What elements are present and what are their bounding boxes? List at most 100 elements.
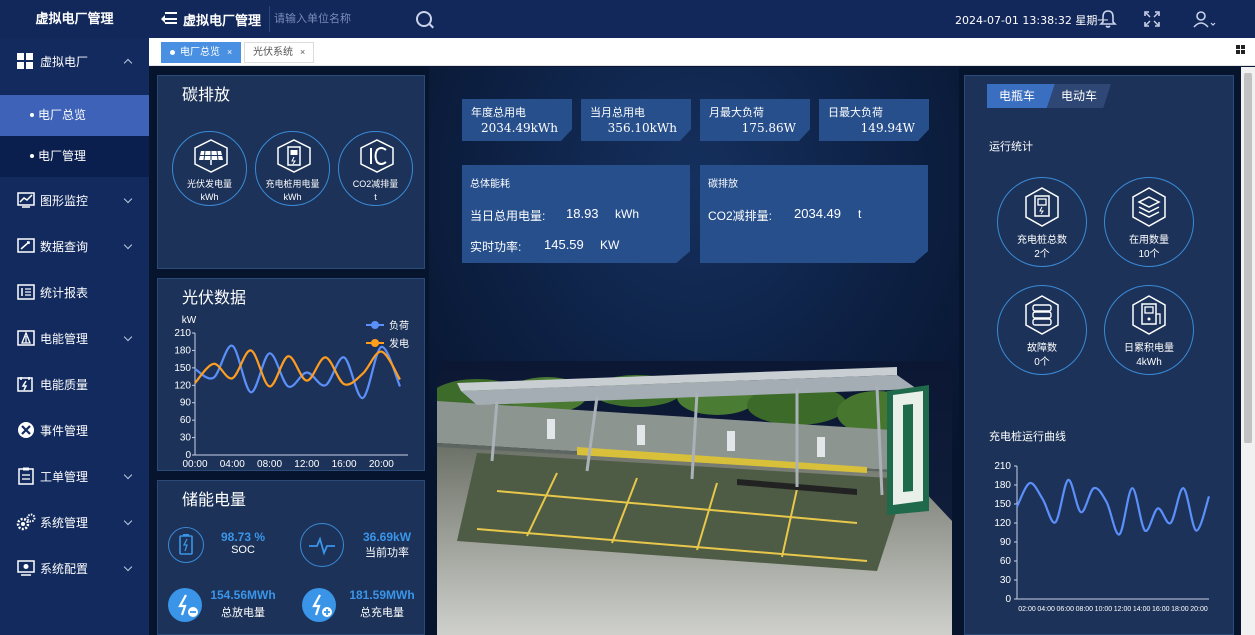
tab-label: 电厂总览 bbox=[180, 47, 220, 58]
x-tick-label: 20:00 bbox=[1190, 606, 1208, 613]
close-icon[interactable]: × bbox=[300, 42, 305, 63]
sidebar-item-system-config[interactable]: 系统配置 bbox=[0, 545, 149, 591]
layers-icon bbox=[1132, 187, 1166, 227]
y-tick-label: 150 bbox=[994, 499, 1011, 510]
x-tick-label: 16:00 bbox=[1152, 606, 1170, 613]
daily-usage-value: 18.93 bbox=[566, 206, 599, 221]
y-tick-label: 30 bbox=[1000, 575, 1012, 586]
search-icon[interactable] bbox=[416, 11, 433, 27]
close-icon[interactable]: × bbox=[227, 42, 232, 63]
x-tick-label: 08:00 bbox=[257, 459, 282, 470]
y-tick-label: 120 bbox=[994, 518, 1011, 529]
panel-title: 碳排放 bbox=[182, 87, 231, 104]
charger-total-badge: 充电桩总数 2个 bbox=[997, 177, 1087, 267]
sidebar-item-stat-report[interactable]: 统计报表 bbox=[0, 269, 149, 315]
charger-line-chart: 030609012015018021002:00 04:00 06:00 08:00 1… bbox=[994, 461, 1211, 613]
sidebar-subitem-plant-manage[interactable]: 电厂管理 bbox=[0, 136, 149, 177]
tab-menu-icon[interactable] bbox=[1236, 45, 1245, 54]
gears-icon bbox=[16, 513, 36, 531]
stat-value: 175.86W bbox=[741, 121, 796, 135]
chevron-down-icon bbox=[123, 332, 133, 342]
badge-label: 充电桩总数 2个 bbox=[1017, 235, 1067, 260]
scrollbar-thumb[interactable] bbox=[1244, 73, 1252, 443]
bell-icon[interactable] bbox=[1099, 9, 1117, 29]
page-title: 虚拟电厂管理 bbox=[183, 12, 262, 28]
datetime-display: 2024-07-01 13:38:32 星期一 bbox=[955, 14, 1109, 27]
sidebar-item-graphic-monitor[interactable]: 图形监控 bbox=[0, 177, 149, 223]
fullscreen-icon[interactable] bbox=[1143, 10, 1161, 28]
y-tick-label: 90 bbox=[1000, 537, 1012, 548]
energy-manage-icon bbox=[16, 329, 36, 347]
charger-consumption-badge: 充电桩用电量 kWh bbox=[255, 131, 330, 206]
x-tick-label: 16:00 bbox=[332, 459, 357, 470]
sidebar-item-label: 图形监控 bbox=[40, 193, 89, 208]
tab-bar: 电厂总览 × 光伏系统 × bbox=[149, 38, 1255, 66]
x-tick-label: 12:00 bbox=[1114, 606, 1132, 613]
realtime-power-unit: KW bbox=[600, 238, 620, 252]
stat-value: 149.94W bbox=[860, 121, 915, 135]
sidebar-item-label: 电能质量 bbox=[40, 377, 89, 392]
co2-icon bbox=[360, 139, 394, 173]
sidebar-item-energy-manage[interactable]: 电能管理 bbox=[0, 315, 149, 361]
total-discharge-label: 总放电量 bbox=[221, 607, 265, 619]
sidebar-item-data-query[interactable]: 数据查询 bbox=[0, 223, 149, 269]
x-tick-label: 18:00 bbox=[1171, 606, 1189, 613]
co2-label: CO2减排量: bbox=[708, 209, 773, 223]
y-tick-label: 210 bbox=[174, 328, 191, 339]
sidebar-item-virtual-plant[interactable]: 虚拟电厂 bbox=[0, 38, 149, 84]
tab-electric-car[interactable]: 电动车 bbox=[1047, 84, 1111, 108]
menu-collapse-icon[interactable] bbox=[161, 12, 177, 26]
battery-icon bbox=[168, 527, 204, 563]
x-tick-label: 04:00 bbox=[1037, 606, 1055, 613]
scrollbar[interactable] bbox=[1241, 67, 1255, 635]
series-line bbox=[1016, 478, 1211, 536]
solar-panel-icon bbox=[194, 139, 228, 173]
sidebar-item-power-quality[interactable]: 电能质量 bbox=[0, 361, 149, 407]
stat-value: 356.10kWh bbox=[607, 121, 677, 135]
sidebar-item-label: 事件管理 bbox=[40, 423, 89, 438]
total-charge-value: 181.59MWh bbox=[349, 588, 415, 602]
x-tick-label: 10:00 bbox=[1095, 606, 1113, 613]
stat-card-daily-max-load: 日最大负荷 149.94W bbox=[819, 99, 929, 141]
sidebar-item-system-manage[interactable]: 系统管理 bbox=[0, 499, 149, 545]
sidebar: 虚拟电厂 电厂总览 电厂管理 图形监控 数据查询 统计报表 电能管理 电能质量 … bbox=[0, 38, 149, 635]
sidebar-item-label: 统计报表 bbox=[40, 285, 89, 300]
monitor-chart-icon bbox=[16, 191, 36, 209]
report-icon bbox=[16, 283, 36, 301]
chevron-up-icon bbox=[123, 58, 133, 68]
daily-usage-label: 当日总用电量: bbox=[470, 209, 546, 223]
discharge-icon bbox=[168, 588, 202, 622]
soc-label: SOC bbox=[231, 544, 255, 556]
sidebar-item-event-manage[interactable]: 事件管理 bbox=[0, 407, 149, 453]
co2-reduction-badge: CO2减排量 t bbox=[338, 131, 413, 206]
co2-value: 2034.49 bbox=[794, 206, 841, 221]
pv-line-chart: kW030609012015018021000:00 04:00 08:00 12:0… bbox=[174, 315, 409, 470]
chevron-down-icon bbox=[123, 516, 133, 526]
total-charge-label: 总充电量 bbox=[360, 607, 404, 619]
x-tick-label: 06:00 bbox=[1056, 606, 1074, 613]
tab-plant-overview[interactable]: 电厂总览 × bbox=[161, 42, 242, 63]
sidebar-item-work-order[interactable]: 工单管理 bbox=[0, 453, 149, 499]
charging-station-scene bbox=[437, 361, 952, 635]
y-tick-label: 0 bbox=[1005, 594, 1011, 605]
user-icon[interactable] bbox=[1192, 10, 1216, 28]
charger-icon bbox=[277, 139, 311, 173]
legend-label: 发电 bbox=[389, 337, 409, 350]
work-order-icon bbox=[16, 467, 36, 485]
sidebar-subitem-label: 电厂管理 bbox=[38, 149, 87, 163]
sidebar-subitem-overview[interactable]: 电厂总览 bbox=[0, 95, 149, 136]
legend-marker bbox=[371, 339, 379, 347]
y-tick-label: 60 bbox=[180, 415, 192, 426]
sidebar-item-label: 数据查询 bbox=[40, 239, 89, 254]
system-config-icon bbox=[16, 559, 36, 577]
charge-icon bbox=[302, 588, 336, 622]
search-input[interactable] bbox=[274, 7, 415, 31]
realtime-power-label: 实时功率: bbox=[470, 240, 522, 254]
badge-label: 充电桩用电量 kWh bbox=[265, 179, 320, 202]
soc-value: 98.73 % bbox=[220, 530, 266, 544]
y-tick-label: 180 bbox=[174, 345, 191, 356]
y-tick-label: 90 bbox=[180, 398, 192, 409]
tab-battery-car[interactable]: 电瓶车 bbox=[987, 84, 1055, 108]
realtime-power-value: 145.59 bbox=[544, 237, 584, 252]
tab-pv-system[interactable]: 光伏系统 × bbox=[244, 42, 315, 63]
